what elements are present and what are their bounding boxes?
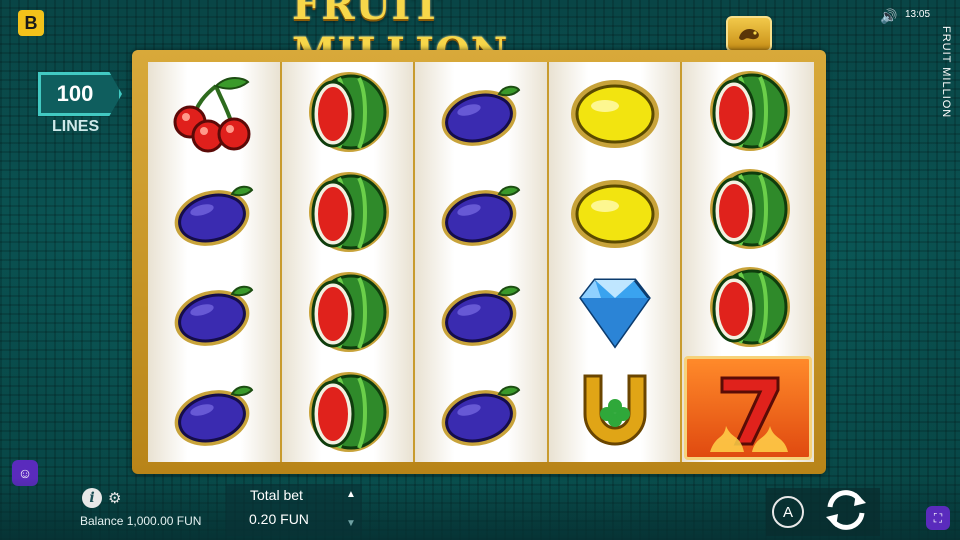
watermelon-icon [710, 169, 791, 249]
total-bet-value: 0.20 FUN [249, 511, 309, 527]
reel-symbol-plum [148, 162, 280, 262]
reel-3 [415, 62, 547, 462]
reel-symbol-plum [415, 162, 547, 262]
reel-symbol-watermelon [282, 262, 414, 362]
chameleon-icon [739, 29, 759, 40]
plum-icon [174, 385, 254, 446]
reel-4 [548, 62, 681, 462]
reel-2 [281, 62, 414, 462]
reel-symbol-plum [415, 362, 547, 462]
plum-icon [441, 285, 521, 346]
gear-icon[interactable]: ⚙ [108, 489, 121, 507]
vertical-game-title: FRUIT MILLION [940, 26, 952, 119]
watermelon-icon [309, 72, 390, 152]
balance-text: Balance 1,000.00 FUN [80, 514, 202, 528]
triangle-up-icon[interactable]: ▲ [346, 489, 356, 500]
horseshoe-icon [583, 374, 647, 446]
autoplay-label: A [782, 503, 793, 521]
game-title: FRUIT MILLION [292, 0, 507, 76]
reel-symbol-watermelon [282, 62, 414, 162]
cherry-icon [173, 77, 251, 153]
spin-button[interactable] [820, 486, 872, 534]
reel-symbol-watermelon [682, 258, 814, 356]
plum-icon [441, 385, 521, 446]
plum-icon [441, 85, 521, 146]
brand-logo: B [18, 10, 44, 36]
reel-symbol-horseshoe [549, 362, 681, 462]
reel-symbol-lemon [549, 162, 681, 262]
paytable-button[interactable] [726, 16, 772, 52]
lines-count-badge: 100 [38, 72, 122, 116]
reel-symbol-plum [415, 62, 547, 162]
reel-symbol-watermelon [282, 162, 414, 262]
plum-icon [441, 185, 521, 246]
spin-arrows-icon [826, 490, 866, 530]
lines-label: LINES [52, 118, 100, 135]
reel-symbol-lemon [549, 62, 681, 162]
autoplay-button[interactable]: A [772, 496, 804, 528]
diamond-icon [578, 278, 651, 349]
watermelon-icon [710, 267, 791, 347]
reel-symbol-watermelon [282, 362, 414, 462]
watermelon-icon [309, 272, 390, 352]
lemon-icon [570, 80, 659, 148]
reel-symbol-plum [148, 262, 280, 362]
reel-symbol-plum [148, 362, 280, 462]
watermelon-icon [309, 172, 390, 252]
speaker-icon[interactable]: 🔊 [880, 8, 897, 25]
reel-1 [148, 62, 280, 462]
reel-symbol-watermelon [682, 62, 814, 160]
menu-side-icon[interactable]: ⛶ [926, 506, 950, 530]
watermelon-icon [309, 372, 390, 452]
reel-5 [682, 62, 814, 462]
reel-symbol-cherry [148, 62, 280, 162]
reel-grid [148, 62, 814, 462]
info-icon[interactable]: i [82, 488, 102, 508]
reel-symbol-watermelon [682, 160, 814, 258]
total-bet-label: Total bet [250, 487, 303, 503]
watermelon-icon [710, 71, 791, 151]
triangle-down-icon[interactable]: ▼ [346, 518, 356, 529]
seven-icon [710, 376, 789, 452]
reel-symbol-seven [684, 356, 812, 460]
lemon-icon [570, 180, 659, 248]
lines-count: 100 [56, 81, 94, 106]
plum-icon [174, 185, 254, 246]
reel-symbol-diamond [549, 262, 681, 362]
clock: 13:05 [905, 9, 931, 20]
plum-icon [174, 285, 254, 346]
reel-symbol-plum [415, 262, 547, 362]
